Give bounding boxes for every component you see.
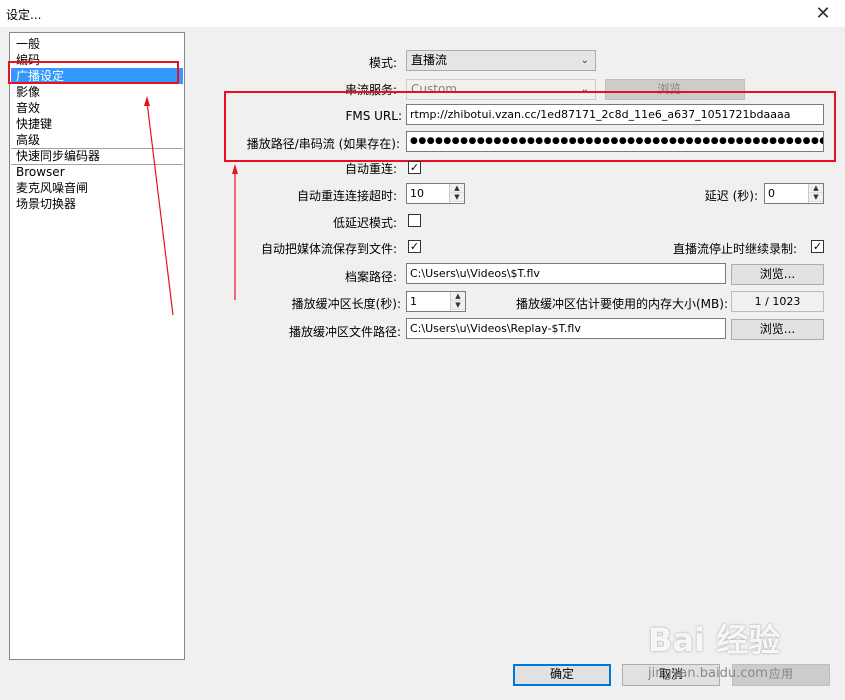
watermark-url: jingyan.baidu.com: [648, 666, 768, 681]
spin-down-icon[interactable]: ▼: [451, 301, 465, 310]
ok-button[interactable]: 确定: [513, 664, 611, 686]
spin-down-icon[interactable]: ▼: [809, 193, 823, 202]
save-to-file-checkbox[interactable]: ✓: [408, 240, 421, 253]
category-list[interactable]: 一般 编码 广播设定 影像 音效 快捷键 高级 快速同步编码器 Browser …: [9, 32, 185, 660]
spin-up-icon[interactable]: ▲: [451, 292, 465, 301]
category-audio[interactable]: 音效: [11, 100, 183, 116]
window-title: 设定...: [6, 8, 42, 22]
auto-reconnect-label: 自动重连:: [344, 162, 397, 176]
category-scene-switcher[interactable]: 场景切换器: [11, 196, 183, 212]
category-hotkeys[interactable]: 快捷键: [11, 116, 183, 132]
mode-select[interactable]: 直播流 ⌄: [406, 50, 596, 71]
keep-recording-label: 直播流停止时继续录制:: [672, 242, 797, 256]
category-browser[interactable]: Browser: [11, 164, 183, 180]
replay-path-label: 播放缓冲区文件路径:: [288, 325, 401, 339]
arrow-head-icon: [232, 164, 238, 174]
title-bar: 设定... ✕: [0, 0, 845, 27]
replay-path-browse-button[interactable]: 浏览...: [731, 319, 824, 340]
low-latency-checkbox[interactable]: [408, 214, 421, 227]
file-path-label: 档案路径:: [344, 270, 397, 284]
mode-label: 模式:: [368, 56, 397, 70]
category-noise-gate[interactable]: 麦克风噪音闸: [11, 180, 183, 196]
spin-up-icon[interactable]: ▲: [809, 184, 823, 193]
delay-value: 0: [768, 187, 775, 200]
save-to-file-label: 自动把媒体流保存到文件:: [260, 242, 397, 256]
annotation-highlight-box: [224, 91, 836, 162]
replay-memory-value: 1 / 1023: [731, 291, 824, 312]
category-general[interactable]: 一般: [11, 36, 183, 52]
reconnect-timeout-value: 10: [410, 187, 424, 200]
replay-length-label: 播放缓冲区长度(秒):: [291, 297, 401, 311]
chevron-down-icon: ⌄: [580, 55, 589, 66]
replay-length-spinner[interactable]: 1 ▲ ▼: [406, 291, 466, 312]
close-icon[interactable]: ✕: [805, 1, 841, 27]
replay-path-input[interactable]: C:\Users\u\Videos\Replay-$T.flv: [406, 318, 726, 339]
reconnect-timeout-spinner[interactable]: 10 ▲ ▼: [406, 183, 465, 204]
category-advanced[interactable]: 高级: [11, 132, 183, 148]
spin-up-icon[interactable]: ▲: [450, 184, 464, 193]
spinner-arrows[interactable]: ▲ ▼: [450, 292, 465, 311]
category-video[interactable]: 影像: [11, 84, 183, 100]
spinner-arrows[interactable]: ▲ ▼: [808, 184, 823, 203]
reconnect-timeout-label: 自动重连连接超时:: [296, 189, 397, 203]
delay-spinner[interactable]: 0 ▲ ▼: [764, 183, 824, 204]
auto-reconnect-checkbox[interactable]: ✓: [408, 161, 421, 174]
category-quicksync[interactable]: 快速同步编码器: [11, 148, 183, 164]
annotation-highlight-selected-category: [8, 61, 179, 84]
spin-down-icon[interactable]: ▼: [450, 193, 464, 202]
file-path-browse-button[interactable]: 浏览...: [731, 264, 824, 285]
spinner-arrows[interactable]: ▲ ▼: [449, 184, 464, 203]
replay-length-value: 1: [410, 295, 417, 308]
mode-value: 直播流: [411, 53, 448, 67]
file-path-input[interactable]: C:\Users\u\Videos\$T.flv: [406, 263, 726, 284]
keep-recording-checkbox[interactable]: ✓: [811, 240, 824, 253]
low-latency-label: 低延迟模式:: [332, 216, 397, 230]
delay-label: 延迟 (秒):: [704, 189, 758, 203]
replay-memory-label: 播放缓冲区估计要使用的内存大小(MB):: [516, 297, 728, 311]
watermark-logo: Bai 经验: [648, 621, 781, 659]
